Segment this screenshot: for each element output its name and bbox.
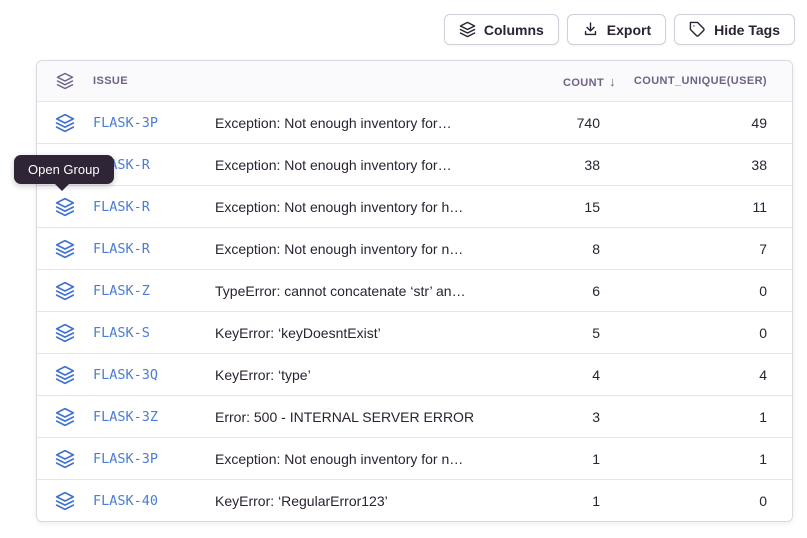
count-unique-value: 11 (624, 199, 792, 215)
sort-descending-icon: ↓ (609, 74, 616, 89)
count-unique-value: 49 (624, 115, 792, 131)
hide-tags-button[interactable]: Hide Tags (674, 14, 795, 45)
count-value: 1 (509, 451, 624, 467)
columns-button-label: Columns (484, 22, 544, 38)
download-icon (582, 21, 599, 38)
count-unique-value: 1 (624, 451, 792, 467)
table-row: FLASK-R Exception: Not enough inventory … (37, 143, 792, 185)
table-row: FLASK-R Exception: Not enough inventory … (37, 185, 792, 227)
table-body: FLASK-3P Exception: Not enough inventory… (37, 101, 792, 521)
issue-link[interactable]: FLASK-Z (93, 283, 150, 299)
layers-icon (55, 113, 75, 133)
issue-link[interactable]: FLASK-3Z (93, 409, 158, 425)
issue-message: Error: 500 - INTERNAL SERVER ERROR (215, 409, 509, 425)
issue-link[interactable]: FLASK-3Q (93, 367, 158, 383)
table-row: FLASK-3P Exception: Not enough inventory… (37, 101, 792, 143)
table-row: FLASK-S KeyError: ‘keyDoesntExist’ 5 0 (37, 311, 792, 353)
count-value: 8 (509, 241, 624, 257)
table-row: FLASK-40 KeyError: ‘RegularError123’ 1 0 (37, 479, 792, 521)
count-unique-value: 0 (624, 283, 792, 299)
open-group-button[interactable] (55, 239, 75, 259)
layers-icon (55, 281, 75, 301)
issue-message: Exception: Not enough inventory for… (215, 157, 509, 173)
count-unique-value: 1 (624, 409, 792, 425)
issue-link[interactable]: FLASK-R (93, 241, 150, 257)
column-header-count-unique[interactable]: COUNT_UNIQUE(USER) (624, 75, 792, 87)
count-value: 5 (509, 325, 624, 341)
open-group-button[interactable] (55, 365, 75, 385)
table-row: FLASK-3P Exception: Not enough inventory… (37, 437, 792, 479)
count-value: 6 (509, 283, 624, 299)
count-value: 15 (509, 199, 624, 215)
layers-icon (55, 491, 75, 511)
issue-message: Exception: Not enough inventory for h… (215, 199, 509, 215)
results-table: ISSUE COUNT↓ COUNT_UNIQUE(USER) FLASK-3P… (36, 60, 793, 522)
issue-link[interactable]: FLASK-3P (93, 451, 158, 467)
issue-message: Exception: Not enough inventory for… (215, 115, 509, 131)
layers-icon (55, 197, 75, 217)
table-row: FLASK-3Z Error: 500 - INTERNAL SERVER ER… (37, 395, 792, 437)
table-row: FLASK-Z TypeError: cannot concatenate ‘s… (37, 269, 792, 311)
export-button-label: Export (607, 22, 651, 38)
open-group-button[interactable] (55, 449, 75, 469)
issue-link[interactable]: FLASK-3P (93, 115, 158, 131)
column-header-count[interactable]: COUNT↓ (509, 74, 624, 89)
hide-tags-button-label: Hide Tags (714, 22, 780, 38)
issue-link[interactable]: FLASK-S (93, 325, 150, 341)
issue-message: KeyError: ‘RegularError123’ (215, 493, 509, 509)
issue-link[interactable]: FLASK-40 (93, 493, 158, 509)
export-button[interactable]: Export (567, 14, 666, 45)
open-group-button[interactable] (55, 197, 75, 217)
issue-message: KeyError: ‘keyDoesntExist’ (215, 325, 509, 341)
layers-icon (56, 72, 74, 90)
count-value: 1 (509, 493, 624, 509)
count-unique-value: 38 (624, 157, 792, 173)
issue-message: Exception: Not enough inventory for n… (215, 241, 509, 257)
count-unique-value: 0 (624, 325, 792, 341)
column-header-issue[interactable]: ISSUE (93, 75, 215, 87)
columns-button[interactable]: Columns (444, 14, 559, 45)
tag-icon (689, 21, 706, 38)
issue-column-icon (37, 72, 93, 90)
open-group-button[interactable] (55, 281, 75, 301)
issue-message: Exception: Not enough inventory for n… (215, 451, 509, 467)
layers-icon (55, 323, 75, 343)
layers-icon (55, 407, 75, 427)
table-row: FLASK-R Exception: Not enough inventory … (37, 227, 792, 269)
issue-message: KeyError: ‘type’ (215, 367, 509, 383)
open-group-button[interactable] (55, 407, 75, 427)
table-header-row: ISSUE COUNT↓ COUNT_UNIQUE(USER) (37, 61, 792, 101)
layers-icon (459, 21, 476, 38)
count-value: 38 (509, 157, 624, 173)
open-group-button[interactable] (55, 491, 75, 511)
layers-icon (55, 449, 75, 469)
count-unique-value: 0 (624, 493, 792, 509)
toolbar: Columns Export Hide Tags (444, 14, 795, 45)
table-row: FLASK-3Q KeyError: ‘type’ 4 4 (37, 353, 792, 395)
open-group-button[interactable] (55, 323, 75, 343)
layers-icon (55, 239, 75, 259)
count-unique-value: 7 (624, 241, 792, 257)
layers-icon (55, 365, 75, 385)
count-value: 3 (509, 409, 624, 425)
count-value: 4 (509, 367, 624, 383)
issue-message: TypeError: cannot concatenate ‘str’ an… (215, 283, 509, 299)
count-unique-value: 4 (624, 367, 792, 383)
open-group-tooltip: Open Group (14, 155, 114, 184)
count-value: 740 (509, 115, 624, 131)
issue-link[interactable]: FLASK-R (93, 199, 150, 215)
open-group-button[interactable] (55, 113, 75, 133)
